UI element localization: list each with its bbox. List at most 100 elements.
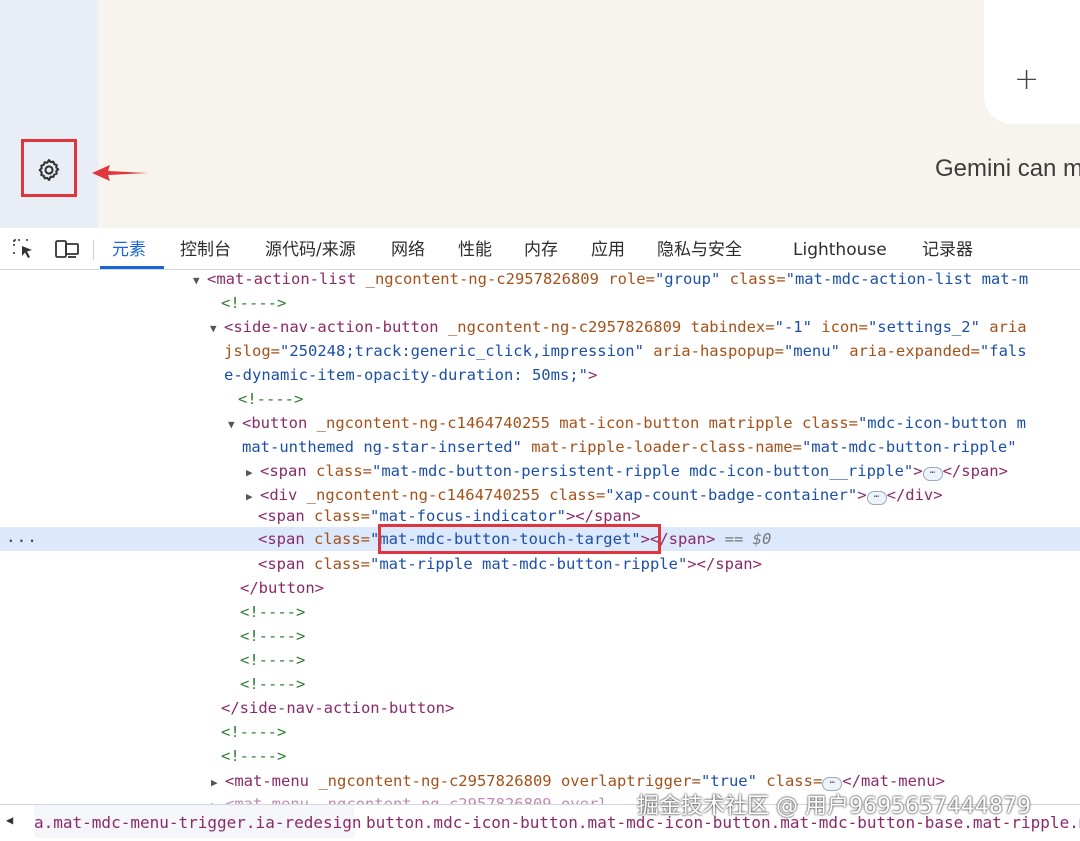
attr-value: "mat-mdc-button-ripple" <box>801 438 1017 456</box>
device-toolbar-icon[interactable] <box>54 238 80 260</box>
console-ref: $0 <box>752 530 772 548</box>
attr-name: class= <box>792 414 858 432</box>
expanded-triangle-icon[interactable]: ▼ <box>193 270 207 293</box>
dom-node-button[interactable]: ▼ <button _ngcontent-ng-c1464740255 mat-i… <box>0 411 1080 435</box>
dom-node-mat-action-list[interactable]: ▼ <mat-action-list _ngcontent-ng-c2957826… <box>0 270 1080 291</box>
attr-name: _ngcontent-ng-c1464740255 <box>297 486 540 504</box>
attr-value: "mat-focus-indicator" <box>370 507 566 525</box>
attr-name: class= <box>304 507 370 525</box>
breadcrumb-item-menu-trigger[interactable]: a.mat-mdc-menu-trigger.ia-redesign <box>34 805 362 838</box>
attr-name: mat-icon-button <box>549 414 700 432</box>
attr-name: _ngcontent-ng-c1464740255 <box>307 414 550 432</box>
devtools-toolbar: 元素 控制台 源代码/来源 网络 性能 内存 应用 隐私与安全 Lighthou… <box>0 228 1080 270</box>
tag-end: ></span> <box>687 555 762 573</box>
attr-value: mat-unthemed ng-star-inserted" <box>242 438 522 456</box>
tab-lighthouse[interactable]: Lighthouse <box>793 228 887 269</box>
collapsed-triangle-icon[interactable]: ▶ <box>246 461 260 485</box>
dom-node-continuation[interactable]: jslog="250248;track:generic_click,impres… <box>0 339 1080 363</box>
attr-name: icon= <box>811 318 868 336</box>
attr-name: tabindex= <box>681 318 775 336</box>
attr-value: "fals <box>979 342 1027 360</box>
elements-tree: ▼ <mat-action-list _ngcontent-ng-c2957826… <box>0 270 1080 804</box>
attr-value: "250248;track:generic_click,impression" <box>280 342 644 360</box>
tag-name: <span <box>258 555 305 573</box>
tag-close: > <box>913 462 923 480</box>
ellipsis-badge[interactable]: ⋯ <box>866 491 887 505</box>
tab-console[interactable]: 控制台 <box>180 228 231 269</box>
tab-recorder[interactable]: 记录器 <box>922 228 973 269</box>
attr-name: _ngcontent-ng-c2957826809 <box>309 772 552 790</box>
plus-icon[interactable]: + <box>1014 62 1039 98</box>
app-area: + Gemini can m <box>0 0 1080 228</box>
tab-memory[interactable]: 内存 <box>524 228 558 269</box>
ellipsis-badge[interactable]: ⋯ <box>922 467 943 481</box>
tag-end: ></span> <box>565 507 641 525</box>
tag-name: <div <box>260 486 298 504</box>
watermark-text: 掘金技术社区 @ 用户9695657444879 <box>637 794 1031 819</box>
tag-name: <span <box>258 530 305 548</box>
tab-privacy-security[interactable]: 隐私与安全 <box>657 228 742 269</box>
attr-value: "-1" <box>774 318 812 336</box>
comment-text: <!----> <box>240 627 306 645</box>
expanded-triangle-icon[interactable]: ▼ <box>228 413 242 437</box>
row-more-options-icon[interactable]: ... <box>6 527 38 546</box>
tag-end: </div> <box>886 486 943 504</box>
attr-value: "menu" <box>783 342 840 360</box>
dom-node-span-ripple[interactable]: <span class="mat-ripple mat-mdc-button-r… <box>0 552 1080 576</box>
tag-name: <button <box>242 414 308 432</box>
attr-name: class= <box>304 530 370 548</box>
attr-name: aria <box>979 318 1027 336</box>
attr-name: class= <box>720 270 786 288</box>
dom-comment[interactable]: <!----> <box>0 291 1080 315</box>
comment-text: <!----> <box>238 390 304 408</box>
inspect-element-icon[interactable] <box>12 238 36 260</box>
comment-text: <!----> <box>221 294 287 312</box>
collapsed-triangle-icon[interactable]: ▶ <box>211 794 225 804</box>
comment-text: <!----> <box>240 603 306 621</box>
attr-value: e-dynamic-item-opacity-duration: 50ms;" <box>224 366 588 384</box>
comment-text: <!----> <box>221 747 287 765</box>
dom-comment[interactable]: <!----> <box>0 387 1080 411</box>
dom-comment[interactable]: <!----> <box>0 672 1080 696</box>
tag-name: <mat-action-list <box>207 270 357 288</box>
attr-name: jslog= <box>224 342 280 360</box>
attr-name: class= <box>304 555 370 573</box>
attr-name: class= <box>306 462 372 480</box>
tag-end: </span> <box>942 462 1008 480</box>
dom-comment[interactable]: <!----> <box>0 720 1080 744</box>
attr-name: role= <box>598 270 655 288</box>
tab-elements[interactable]: 元素 <box>112 228 146 269</box>
comment-text: <!----> <box>221 723 287 741</box>
attr-name: mat-ripple-loader-class-name= <box>521 438 802 456</box>
dom-comment[interactable]: <!----> <box>0 744 1080 768</box>
dom-node-side-nav-close[interactable]: </side-nav-action-button> <box>0 696 1080 720</box>
attr-value: "mat-ripple mat-mdc-button-ripple" <box>370 555 688 573</box>
attr-value: "mat-mdc-action-list mat-m <box>785 270 1029 288</box>
tab-sources[interactable]: 源代码/来源 <box>265 228 356 269</box>
dom-comment[interactable]: <!----> <box>0 648 1080 672</box>
tag-close: > <box>857 486 867 504</box>
toolbar-separator <box>93 240 94 260</box>
tab-performance[interactable]: 性能 <box>458 228 492 269</box>
tag-name: <side-nav-action-button <box>224 318 439 336</box>
attr-value: "xap-count-badge-container" <box>605 486 858 504</box>
scroll-left-icon[interactable]: ◀ <box>6 813 30 833</box>
dom-node-span-persistent-ripple[interactable]: ▶ <span class="mat-mdc-button-persistent-… <box>0 459 1080 483</box>
attr-name: aria-haspopup= <box>643 342 784 360</box>
highlight-box-settings <box>21 139 77 197</box>
expanded-triangle-icon[interactable]: ▼ <box>210 317 224 341</box>
dom-comment[interactable]: <!----> <box>0 624 1080 648</box>
dom-comment[interactable]: <!----> <box>0 600 1080 624</box>
dom-node-side-nav-action-button[interactable]: ▼ <side-nav-action-button _ngcontent-ng-c… <box>0 315 1080 339</box>
attr-value: "mat-mdc-button-persistent-ripple mdc-ic… <box>372 462 914 480</box>
highlight-box-touch-target <box>378 524 661 554</box>
dom-node-continuation[interactable]: mat-unthemed ng-star-inserted" mat-rippl… <box>0 435 1080 459</box>
dom-node-continuation[interactable]: e-dynamic-item-opacity-duration: 50ms;"> <box>0 363 1080 387</box>
dom-node-button-close[interactable]: </button> <box>0 576 1080 600</box>
red-arrow-icon <box>92 165 148 181</box>
console-ref-equals: == <box>715 530 753 548</box>
tag-name: <mat-menu _ngcontent-ng-c2957826809 over… <box>225 795 608 804</box>
tab-network[interactable]: 网络 <box>391 228 425 269</box>
tab-application[interactable]: 应用 <box>591 228 625 269</box>
active-tab-underline <box>100 266 164 269</box>
